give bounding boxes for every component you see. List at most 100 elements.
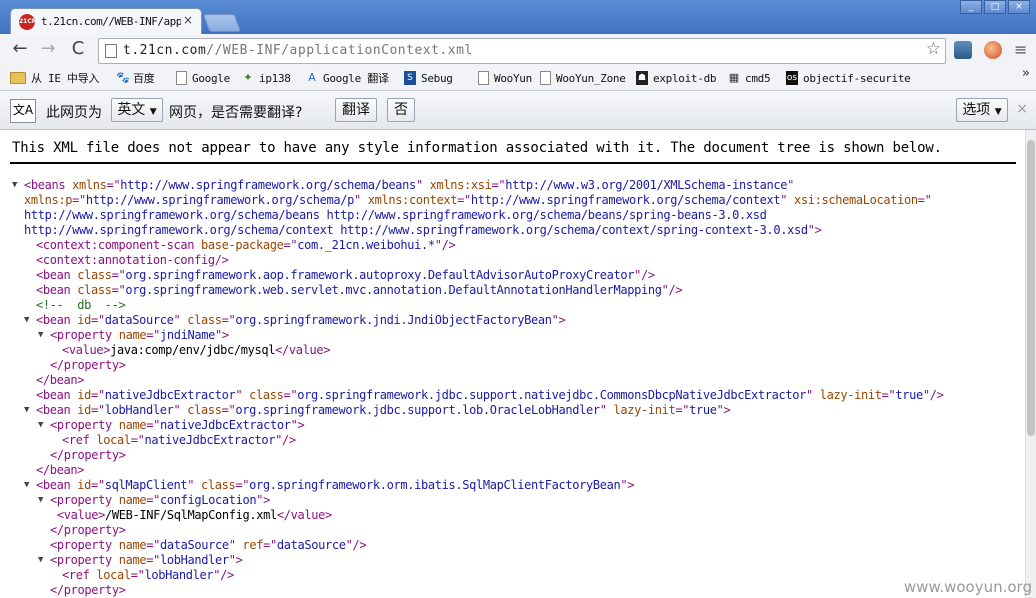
xml-tag: =" [91,388,105,402]
xml-tag: " [599,403,614,417]
xml-tag: =" [235,478,250,492]
xml-tag: <property [50,553,119,567]
collapse-toggle-icon[interactable]: ▼ [24,315,29,325]
bookmark-star-icon[interactable]: ☆ [926,39,941,59]
bookmark-label: 百度 [133,72,155,85]
xml-attr-value: nativeJdbcExtractor [144,433,276,447]
xml-attr-name: lazy-init [613,403,676,417]
new-tab-button[interactable] [202,14,242,32]
xml-attr-name: xmlns:xsi [429,178,492,192]
language-select[interactable]: 英文 ▼ [111,98,163,122]
language-value: 英文 [117,102,146,118]
xml-tag: <ref [62,568,97,582]
ip138-icon: ✦ [243,71,253,84]
bookmark-item[interactable]: A Google 翻译 [306,70,389,86]
collapse-toggle-icon[interactable]: ▼ [24,480,29,490]
address-bar[interactable]: t.21cn.com//WEB-INF/applicationContext.x… [98,38,946,64]
xml-attr-value: sqlMapClient [104,478,188,492]
reload-button[interactable]: C [66,38,90,60]
xml-attr-value: http://www.springframework.org/schema/co… [24,223,808,237]
xml-tag: " [235,388,250,402]
xml-tag: </property> [50,448,126,462]
options-button[interactable]: 选项 ▼ [956,98,1008,122]
xml-tag: =" [91,403,105,417]
bookmark-item[interactable]: WooYun [478,70,532,86]
collapse-toggle-icon[interactable]: ▼ [24,405,29,415]
minimize-button[interactable]: _ [960,0,982,14]
xml-tag: =" [283,388,298,402]
xml-tag: =" [146,538,160,552]
menu-icon[interactable]: ≡ [1014,40,1027,59]
xml-line: <bean id="dataSource" class="org.springf… [36,313,566,328]
xml-attr-name: ref [242,538,264,552]
xml-attr-name: id [77,403,91,417]
bookmark-item[interactable]: 🐾 百度 [116,70,155,86]
xml-line: <beans xmlns="http://www.springframework… [24,178,794,193]
back-button[interactable]: ← [8,38,32,60]
maximize-button[interactable]: □ [984,0,1006,14]
xml-tag: "> [551,313,566,327]
xml-tag: </property> [50,583,126,597]
bookmark-label: WooYun_Zone [556,71,626,85]
translate-button[interactable]: 翻译 [335,98,377,122]
bookmark-item[interactable]: ☗ exploit-db [636,70,717,86]
bookmark-item[interactable]: ▦ cmd5 [728,70,771,86]
extension-avatar-icon[interactable] [984,41,1002,59]
bookmark-label: Google 翻译 [323,72,389,85]
collapse-toggle-icon[interactable]: ▼ [38,330,43,340]
tab-close-icon[interactable]: × [183,13,193,27]
xml-tag: "> [716,403,731,417]
page-icon [540,71,551,85]
xml-line: <bean class="org.springframework.aop.fra… [36,268,655,283]
bookmarks-overflow-icon[interactable]: » [1022,66,1030,81]
browser-tab[interactable]: 21CN t.21cn.com//WEB-INF/app × [10,8,202,35]
vertical-scrollbar[interactable] [1025,130,1036,598]
bookmark-item[interactable]: Google [176,70,230,86]
browser-toolbar: ← → C t.21cn.com//WEB-INF/applicationCon… [0,34,1036,66]
bookmark-item[interactable]: 从 IE 中导入 [10,70,99,86]
extension-icon[interactable] [954,41,972,59]
xml-attr-value: http://www.springframework.org/schema/be… [120,178,416,192]
xml-line: <context:component-scan base-package="co… [36,238,456,253]
no-button[interactable]: 否 [387,98,415,122]
xml-line: </property> [50,583,126,598]
xml-tag: "> [290,418,305,432]
xml-tag: </bean> [36,373,85,387]
xml-tag: =" [130,568,145,582]
collapse-toggle-icon[interactable]: ▼ [38,495,43,505]
window-close-button[interactable]: × [1008,0,1030,14]
xml-tag: "/> [275,433,296,447]
collapse-toggle-icon[interactable]: ▼ [38,555,43,565]
url-text[interactable]: t.21cn.com//WEB-INF/applicationContext.x… [123,43,473,58]
sebug-icon: S [404,71,416,85]
page-icon [478,71,489,85]
xml-tag: </property> [50,358,126,372]
xml-attr-name: name [118,328,147,342]
xml-attr-name: id [77,313,91,327]
xml-tag: "/> [661,283,683,297]
xml-tag: =" [111,268,126,282]
xml-tag: " [354,193,368,207]
xml-tag: "> [215,328,229,342]
xml-tag: " [187,478,201,492]
xml-attr-value: lobHandler [160,553,229,567]
xml-attr-name: id [77,478,91,492]
infobar-close-icon[interactable]: × [1016,101,1028,117]
collapse-toggle-icon[interactable]: ▼ [38,420,43,430]
bookmark-item[interactable]: WooYun_Zone [540,70,626,86]
divider [10,162,1016,164]
scrollbar-thumb[interactable] [1027,140,1035,436]
bookmark-item[interactable]: ✦ ip138 [242,70,291,86]
translate-icon: 文A [10,99,36,123]
xml-attr-value: true [895,388,923,402]
xml-attr-value: http://www.springframework.org/schema/be… [24,208,767,222]
xml-attr-name: class [77,283,112,297]
bookmark-item[interactable]: os objectif-securite [786,70,911,86]
bookmark-label: 从 IE 中导入 [31,72,100,85]
bookmark-item[interactable]: S Sebug [404,70,453,86]
forward-button[interactable]: → [36,38,60,60]
xml-line: <property name="nativeJdbcExtractor"> [50,418,305,433]
xml-tag: <bean [36,478,78,492]
xml-attr-name: xmlns:context [367,193,458,207]
collapse-toggle-icon[interactable]: ▼ [12,180,17,190]
